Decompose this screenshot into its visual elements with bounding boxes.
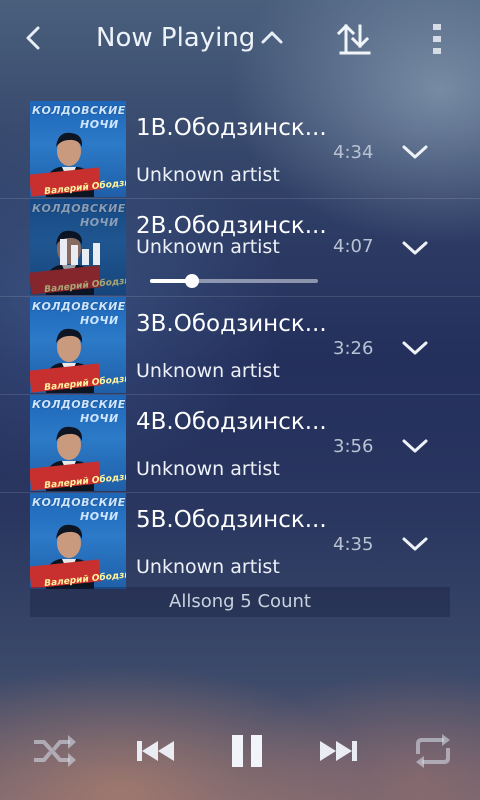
previous-button[interactable] bbox=[130, 726, 180, 776]
sort-arrows-icon bbox=[336, 23, 371, 55]
song-count-label: Allsong 5 Count bbox=[30, 587, 450, 617]
song-list: КОЛДОВСКИЕ НОЧИ Валерий Ободзинский 1В.О… bbox=[0, 101, 480, 590]
shuffle-icon bbox=[34, 735, 76, 767]
song-expand-button[interactable] bbox=[398, 529, 432, 559]
repeat-icon bbox=[416, 734, 450, 768]
chevron-down-icon bbox=[402, 341, 428, 355]
song-expand-button[interactable] bbox=[398, 137, 432, 167]
equalizer-icon bbox=[30, 199, 126, 295]
song-duration: 4:34 bbox=[333, 142, 374, 163]
song-artist: Unknown artist bbox=[136, 556, 280, 578]
song-artist: Unknown artist bbox=[136, 360, 280, 382]
album-art: КОЛДОВСКИЕ НОЧИ Валерий Ободзинский bbox=[30, 395, 126, 491]
sort-button[interactable] bbox=[334, 16, 378, 60]
chevron-left-icon bbox=[26, 26, 40, 50]
song-row[interactable]: КОЛДОВСКИЕ НОЧИ Валерий Ободзинский 1В.О… bbox=[0, 101, 480, 199]
song-artist: Unknown artist bbox=[136, 236, 280, 258]
shuffle-button[interactable] bbox=[30, 726, 80, 776]
song-artist: Unknown artist bbox=[136, 458, 280, 480]
chevron-down-icon bbox=[402, 145, 428, 159]
song-title: 5В.Ободзинск... bbox=[136, 507, 327, 533]
album-art-title-line1: КОЛДОВСКИЕ bbox=[32, 398, 126, 411]
back-button[interactable] bbox=[22, 18, 66, 58]
song-row-playing[interactable]: КОЛДОВСКИЕ НОЧИ Валерий Ободзинский 2В.О… bbox=[0, 199, 480, 297]
skip-previous-icon bbox=[137, 741, 174, 761]
album-art: КОЛДОВСКИЕ НОЧИ Валерий Ободзинский bbox=[30, 199, 126, 295]
seek-bar-thumb[interactable] bbox=[185, 274, 199, 288]
song-expand-button[interactable] bbox=[398, 233, 432, 263]
album-art: КОЛДОВСКИЕ НОЧИ Валерий Ободзинский bbox=[30, 493, 126, 589]
header-bar: Now Playing bbox=[0, 0, 480, 78]
title-dropdown-toggle[interactable] bbox=[258, 24, 286, 52]
song-duration: 4:35 bbox=[333, 534, 374, 555]
album-art-title-line1: КОЛДОВСКИЕ bbox=[32, 300, 126, 313]
album-art: КОЛДОВСКИЕ НОЧИ Валерий Ободзинский bbox=[30, 297, 126, 393]
song-title: 3В.Ободзинск... bbox=[136, 311, 327, 337]
song-title: 4В.Ободзинск... bbox=[136, 409, 327, 435]
album-art-title-line1: КОЛДОВСКИЕ bbox=[32, 496, 126, 509]
seek-bar[interactable] bbox=[150, 274, 318, 288]
next-button[interactable] bbox=[314, 726, 364, 776]
song-expand-button[interactable] bbox=[398, 431, 432, 461]
skip-next-icon bbox=[320, 741, 357, 761]
album-art: КОЛДОВСКИЕ НОЧИ Валерий Ободзинский bbox=[30, 101, 126, 197]
song-duration: 3:26 bbox=[333, 338, 374, 359]
song-title: 1В.Ободзинск... bbox=[136, 115, 327, 141]
overflow-menu-button[interactable] bbox=[424, 16, 452, 60]
playback-controls bbox=[0, 726, 480, 778]
song-row[interactable]: КОЛДОВСКИЕ НОЧИ Валерий Ободзинский 4В.О… bbox=[0, 395, 480, 493]
page-title[interactable]: Now Playing bbox=[96, 20, 255, 56]
song-row[interactable]: КОЛДОВСКИЕ НОЧИ Валерий Ободзинский 5В.О… bbox=[0, 493, 480, 590]
song-duration: 4:07 bbox=[333, 236, 374, 257]
chevron-down-icon bbox=[402, 241, 428, 255]
chevron-down-icon bbox=[402, 439, 428, 453]
chevron-up-icon bbox=[261, 31, 283, 44]
play-pause-button[interactable] bbox=[222, 726, 272, 776]
song-artist: Unknown artist bbox=[136, 164, 280, 186]
repeat-button[interactable] bbox=[408, 726, 458, 776]
pause-icon bbox=[232, 735, 262, 767]
overflow-menu-icon bbox=[433, 24, 441, 54]
chevron-down-icon bbox=[402, 537, 428, 551]
song-row[interactable]: КОЛДОВСКИЕ НОЧИ Валерий Ободзинский 3В.О… bbox=[0, 297, 480, 395]
song-duration: 3:56 bbox=[333, 436, 374, 457]
album-art-title-line1: КОЛДОВСКИЕ bbox=[32, 104, 126, 117]
song-expand-button[interactable] bbox=[398, 333, 432, 363]
